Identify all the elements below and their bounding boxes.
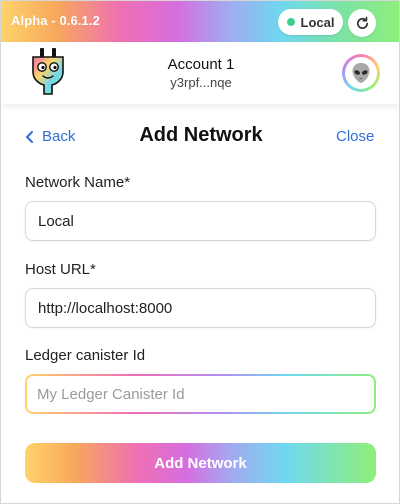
- refresh-button[interactable]: [348, 9, 376, 37]
- avatar-inner: [345, 57, 377, 89]
- ledger-canister-input[interactable]: [27, 376, 374, 412]
- network-name-input[interactable]: [25, 201, 376, 241]
- add-network-button[interactable]: Add Network: [25, 443, 376, 483]
- alien-icon: [352, 63, 370, 83]
- network-name-label: Network Name*: [25, 174, 131, 191]
- account-name: Account 1: [167, 56, 235, 73]
- ledger-canister-label: Ledger canister Id: [25, 347, 146, 364]
- close-button[interactable]: Close: [336, 128, 374, 145]
- refresh-icon: [356, 16, 368, 29]
- account-header: Account 1 y3rpf...nqe: [1, 42, 399, 104]
- ledger-canister-field: [25, 374, 376, 414]
- host-url-input[interactable]: [25, 288, 376, 328]
- account-id[interactable]: y3rpf...nqe: [1, 75, 399, 90]
- network-selector[interactable]: Local: [278, 9, 343, 35]
- host-url-label: Host URL*: [25, 261, 96, 278]
- network-status-dot: [286, 18, 295, 26]
- version-label: Alpha - 0.6.1.2: [11, 13, 100, 28]
- network-label: Local: [300, 14, 335, 30]
- extension-window: Alpha - 0.6.1.2 Local Account 1 y3rpf...…: [0, 0, 400, 504]
- top-banner: Alpha - 0.6.1.2 Local: [1, 1, 399, 42]
- account-avatar[interactable]: [342, 54, 380, 92]
